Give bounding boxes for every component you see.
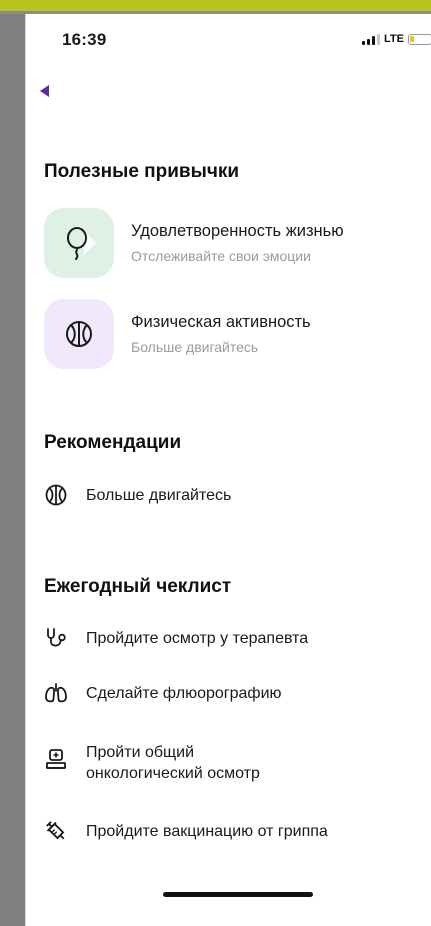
back-button[interactable] <box>39 84 53 98</box>
stethoscope-icon <box>47 628 66 647</box>
checklist-label: Пройдите вакцинацию от гриппа <box>86 823 328 840</box>
habit-tile <box>44 208 114 278</box>
section-title-habits: Полезные привычки <box>44 161 240 182</box>
checklist-label-line2: онкологический осмотр <box>86 765 260 782</box>
habit-subtitle: Отслеживайте свои эмоции <box>131 248 311 264</box>
medical-checkup-icon <box>46 749 66 769</box>
habit-item-life-satisfaction[interactable]: Удовлетворенность жизнью Отслеживайте св… <box>44 208 424 278</box>
section-title-recommendations: Рекомендации <box>44 432 182 453</box>
status-indicators: LTE <box>362 33 431 45</box>
back-arrow-icon <box>40 85 49 97</box>
basketball-icon <box>45 484 67 506</box>
checklist-label: Пройти общий онкологический осмотр <box>86 742 260 784</box>
checklist-label: Пройдите осмотр у терапевта <box>86 630 309 647</box>
recommendation-label: Больше двигайтесь <box>86 487 232 504</box>
signal-icon <box>362 33 381 45</box>
status-time: 16:39 <box>62 30 107 49</box>
network-label: LTE <box>384 33 404 45</box>
phone-screen: 16:39 LTE Полезные привычки Удовлетворен… <box>25 14 431 926</box>
section-title-checklist: Ежегодный чеклист <box>44 576 232 597</box>
habit-tile <box>44 299 114 369</box>
battery-icon <box>408 33 431 45</box>
home-indicator[interactable] <box>163 892 313 897</box>
top-accent-bar <box>0 0 431 11</box>
lungs-icon <box>45 683 67 703</box>
balloon-icon <box>67 227 96 260</box>
basketball-icon <box>66 321 92 347</box>
habit-subtitle: Больше двигайтесь <box>131 339 259 355</box>
habit-item-physical-activity[interactable]: Физическая активность Больше двигайтесь <box>44 299 424 369</box>
syringe-icon <box>46 821 65 840</box>
checklist-label: Сделайте флюорографию <box>86 685 282 702</box>
status-bar: 16:39 LTE <box>26 14 431 62</box>
checklist-label-line1: Пройти общий <box>86 744 195 761</box>
habit-title: Физическая активность <box>131 313 311 331</box>
habit-title: Удовлетворенность жизнью <box>131 222 344 240</box>
